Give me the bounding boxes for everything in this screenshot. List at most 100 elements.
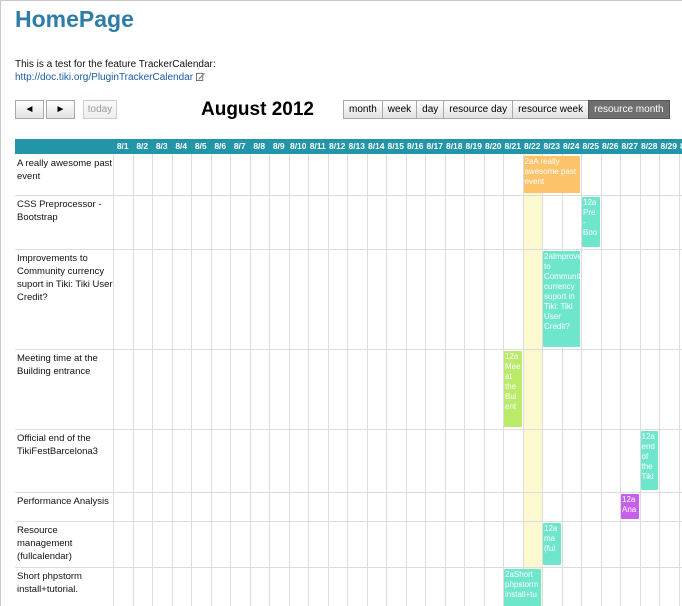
day-column-divider	[249, 154, 251, 606]
day-header: 8/12	[328, 141, 346, 151]
day-header: 8/16	[406, 141, 424, 151]
calendar-event[interactable]: 12a Pre - Boo	[582, 197, 600, 247]
day-header: 8/14	[367, 141, 385, 151]
resource-row-divider	[15, 249, 682, 250]
page-frame: HomePage This is a test for the feature …	[0, 0, 682, 606]
day-column-divider	[561, 154, 563, 606]
calendar-event[interactable]: 2aShort phpstorm install+tu	[504, 569, 541, 606]
calendar-month-title: August 2012	[201, 99, 314, 120]
resource-label: Improvements to Community currency supor…	[17, 253, 113, 303]
resource-row-divider	[15, 195, 682, 196]
day-column-divider	[269, 154, 270, 606]
day-column-divider	[230, 154, 231, 606]
prev-month-button[interactable]: ◄	[15, 100, 44, 119]
day-header: 8/29	[660, 141, 678, 151]
resource-label: Short phpstorm install+tutorial.	[17, 571, 82, 595]
day-column-divider	[425, 154, 426, 606]
day-header: 8/28	[640, 141, 658, 151]
day-header: 8/24	[562, 141, 580, 151]
day-header: 8/4	[175, 141, 188, 151]
resource-label: Performance Analysis	[17, 496, 109, 507]
day-header: 8/1	[116, 141, 129, 151]
day-column-divider	[405, 154, 407, 606]
day-header: 8/27	[621, 141, 639, 151]
next-month-button[interactable]: ►	[46, 100, 75, 119]
day-header: 8/21	[504, 141, 522, 151]
day-header: 8/30	[679, 139, 682, 154]
day-header: 8/8	[253, 141, 266, 151]
day-column-divider	[366, 154, 368, 606]
day-header: 8/9	[272, 141, 285, 151]
day-column-divider	[347, 154, 348, 606]
resource-row-divider	[15, 521, 682, 522]
resource-month-grid: 8/1 8/2 8/3 8/4 8/5 8/6 8/7 8/8 8/9 8/10 8/11 8/12 8…	[15, 139, 682, 606]
day-header: 8/17	[426, 141, 444, 151]
view-resource-week-button[interactable]: resource week	[512, 100, 590, 119]
day-header: 8/19	[465, 141, 483, 151]
page-title: HomePage	[15, 6, 134, 32]
view-resource-day-button[interactable]: resource day	[443, 100, 514, 119]
calendar-event[interactable]: 2aImprovements to Community currency sup…	[543, 251, 580, 347]
day-column-divider	[210, 154, 212, 606]
calendar-event[interactable]: 12a ma (ful	[543, 523, 561, 565]
resource-row-divider	[15, 492, 682, 493]
resource-label: Meeting time at the Building entrance	[17, 353, 98, 377]
resource-label: A really awesome past event	[17, 158, 113, 182]
resource-row-divider	[15, 567, 682, 568]
day-column-divider	[171, 154, 173, 606]
day-column-divider	[600, 154, 602, 606]
calendar-event[interactable]: 2aA really awesome past event	[523, 156, 580, 193]
day-column-divider	[327, 154, 329, 606]
day-header: 8/26	[601, 141, 619, 151]
today-column-highlight	[522, 154, 542, 606]
view-switcher: month week day resource day resource week res…	[343, 100, 670, 119]
day-column-divider	[308, 154, 309, 606]
day-column-divider	[483, 154, 485, 606]
day-header: 8/7	[233, 141, 246, 151]
resource-row-divider	[15, 349, 682, 350]
calendar-event[interactable]: 12a Mee at the Bui ent	[504, 351, 522, 427]
resource-label: Official end of the TikiFestBarcelona3	[17, 433, 98, 457]
resource-label: CSS Preprocessor - Bootstrap	[17, 199, 102, 223]
day-column-divider	[152, 154, 153, 606]
day-header: 8/25	[582, 141, 600, 151]
day-column-divider	[659, 154, 660, 606]
view-week-button[interactable]: week	[381, 100, 418, 119]
day-column-divider	[444, 154, 446, 606]
day-column-divider	[464, 154, 465, 606]
day-header: 8/11	[309, 141, 326, 151]
calendar-event[interactable]: 12a Ana	[621, 494, 639, 519]
day-column-divider	[678, 154, 680, 606]
day-column-divider	[191, 154, 192, 606]
day-header: 8/5	[194, 141, 207, 151]
plugin-doc-link[interactable]: http://doc.tiki.org/PluginTrackerCalenda…	[15, 72, 193, 83]
day-header: 8/22	[523, 141, 541, 151]
day-header: 8/2	[136, 141, 149, 151]
view-month-button[interactable]: month	[343, 100, 383, 119]
today-button[interactable]: today	[83, 100, 117, 119]
day-header: 8/15	[387, 141, 405, 151]
day-column-divider	[522, 154, 524, 606]
view-day-button[interactable]: day	[416, 100, 445, 119]
day-header-row: 8/1 8/2 8/3 8/4 8/5 8/6 8/7 8/8 8/9 8/10 8/11 8/12 8…	[15, 139, 682, 154]
day-column-divider	[639, 154, 641, 606]
page-description: This is a test for the feature TrackerCa…	[15, 58, 216, 84]
day-column-divider	[288, 154, 290, 606]
day-header: 8/18	[445, 141, 463, 151]
day-column-divider	[620, 154, 621, 606]
resource-label: Resource management (fullcalendar)	[17, 525, 73, 562]
day-header: 8/10	[289, 141, 307, 151]
view-resource-month-button[interactable]: resource month	[588, 100, 670, 119]
calendar-event[interactable]: 12a end of the Tiki	[640, 431, 658, 490]
day-header: 8/20	[484, 141, 502, 151]
day-header: 8/13	[348, 141, 366, 151]
edit-icon[interactable]	[196, 72, 206, 81]
day-header: 8/6	[214, 141, 227, 151]
day-column-divider	[386, 154, 387, 606]
day-column-divider	[132, 154, 134, 606]
resource-row-divider	[15, 429, 682, 430]
description-text: This is a test for the feature TrackerCa…	[15, 59, 216, 70]
day-header: 8/3	[155, 141, 168, 151]
day-column-divider	[113, 154, 114, 606]
day-header: 8/23	[543, 141, 561, 151]
